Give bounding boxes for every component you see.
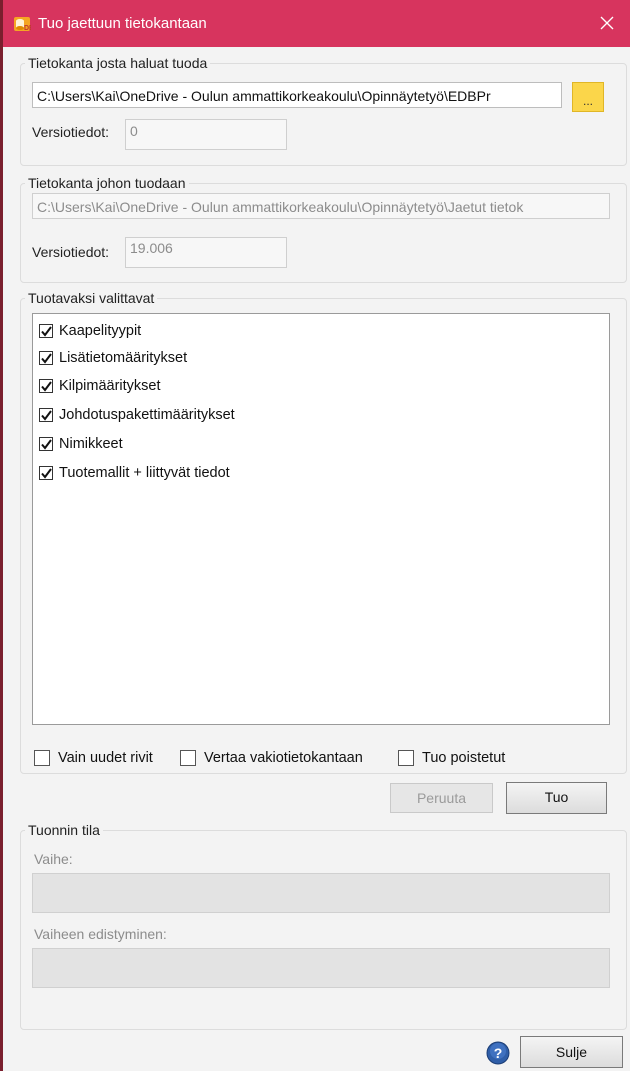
item-label: Lisätietomääritykset — [59, 350, 188, 366]
import-button[interactable]: Tuo — [506, 782, 607, 814]
target-path-field: C:\Users\Kai\OneDrive - Oulun ammattikor… — [32, 193, 610, 219]
close-window-button[interactable] — [592, 7, 622, 39]
target-version-field: 19.006 — [125, 237, 287, 268]
phase-progress-label: Vaiheen edistyminen: — [34, 926, 167, 942]
item-checkbox[interactable] — [39, 324, 53, 338]
source-version-field: 0 — [125, 119, 287, 150]
checkmark-icon — [41, 381, 52, 392]
svg-text:?: ? — [494, 1045, 503, 1061]
item-checkbox[interactable] — [39, 408, 53, 422]
item-label: Kaapelityypit — [59, 323, 142, 339]
import-status-legend: Tuonnin tila — [25, 821, 103, 839]
list-item[interactable]: Kaapelityypit — [39, 320, 141, 342]
checkmark-icon — [41, 326, 52, 337]
compare-standard-db-option[interactable]: Vertaa vakiotietokantaan — [180, 748, 363, 768]
import-items-list[interactable]: Kaapelityypit Lisätietomääritykset Kilpi… — [32, 313, 610, 725]
browse-button-label: ... — [582, 94, 593, 108]
only-new-rows-checkbox[interactable] — [34, 750, 50, 766]
list-item[interactable]: Tuotemallit + liittyvät tiedot — [39, 462, 230, 484]
import-items-legend: Tuotavaksi valittavat — [25, 289, 158, 307]
item-label: Tuotemallit + liittyvät tiedot — [59, 465, 230, 481]
import-deleted-checkbox[interactable] — [398, 750, 414, 766]
item-checkbox[interactable] — [39, 379, 53, 393]
import-deleted-option[interactable]: Tuo poistetut — [398, 748, 505, 768]
list-item[interactable]: Kilpimääritykset — [39, 375, 161, 397]
checkmark-icon — [41, 468, 52, 479]
source-database-group: Tietokanta josta haluat tuoda — [20, 54, 627, 166]
compare-standard-db-checkbox[interactable] — [180, 750, 196, 766]
source-path-field[interactable]: C:\Users\Kai\OneDrive - Oulun ammattikor… — [32, 82, 562, 108]
close-icon — [600, 16, 614, 30]
import-deleted-label: Tuo poistetut — [422, 750, 506, 766]
checkmark-icon — [41, 439, 52, 450]
browse-button[interactable]: ... — [572, 82, 604, 112]
list-item[interactable]: Johdotuspakettimääritykset — [39, 404, 235, 426]
svg-text:DB: DB — [24, 25, 31, 32]
compare-standard-db-label: Vertaa vakiotietokantaan — [204, 750, 363, 766]
list-item[interactable]: Lisätietomääritykset — [39, 347, 187, 369]
cancel-button[interactable]: Peruuta — [390, 783, 493, 813]
target-database-legend: Tietokanta johon tuodaan — [25, 174, 189, 192]
checkmark-icon — [41, 410, 52, 421]
item-checkbox[interactable] — [39, 351, 53, 365]
item-label: Johdotuspakettimääritykset — [59, 407, 235, 423]
close-button[interactable]: Sulje — [520, 1036, 623, 1068]
database-app-icon: DB — [14, 16, 31, 32]
window-left-edge — [0, 0, 3, 1071]
source-database-legend: Tietokanta josta haluat tuoda — [25, 54, 211, 72]
step-progress-bar — [32, 948, 610, 988]
title-bar: DB Tuo jaettuun tietokantaan — [3, 0, 630, 47]
only-new-rows-label: Vain uudet rivit — [58, 750, 153, 766]
item-label: Kilpimääritykset — [59, 378, 161, 394]
help-icon: ? — [486, 1041, 510, 1065]
help-button[interactable]: ? — [486, 1041, 510, 1065]
item-checkbox[interactable] — [39, 466, 53, 480]
source-version-label: Versiotiedot: — [32, 124, 110, 140]
item-checkbox[interactable] — [39, 437, 53, 451]
window-title: Tuo jaettuun tietokantaan — [38, 15, 207, 32]
phase-label: Vaihe: — [34, 851, 73, 867]
item-label: Nimikkeet — [59, 436, 123, 452]
checkmark-icon — [41, 353, 52, 364]
phase-progress-bar — [32, 873, 610, 913]
only-new-rows-option[interactable]: Vain uudet rivit — [34, 748, 153, 768]
target-version-label: Versiotiedot: — [32, 244, 110, 260]
list-item[interactable]: Nimikkeet — [39, 433, 123, 455]
